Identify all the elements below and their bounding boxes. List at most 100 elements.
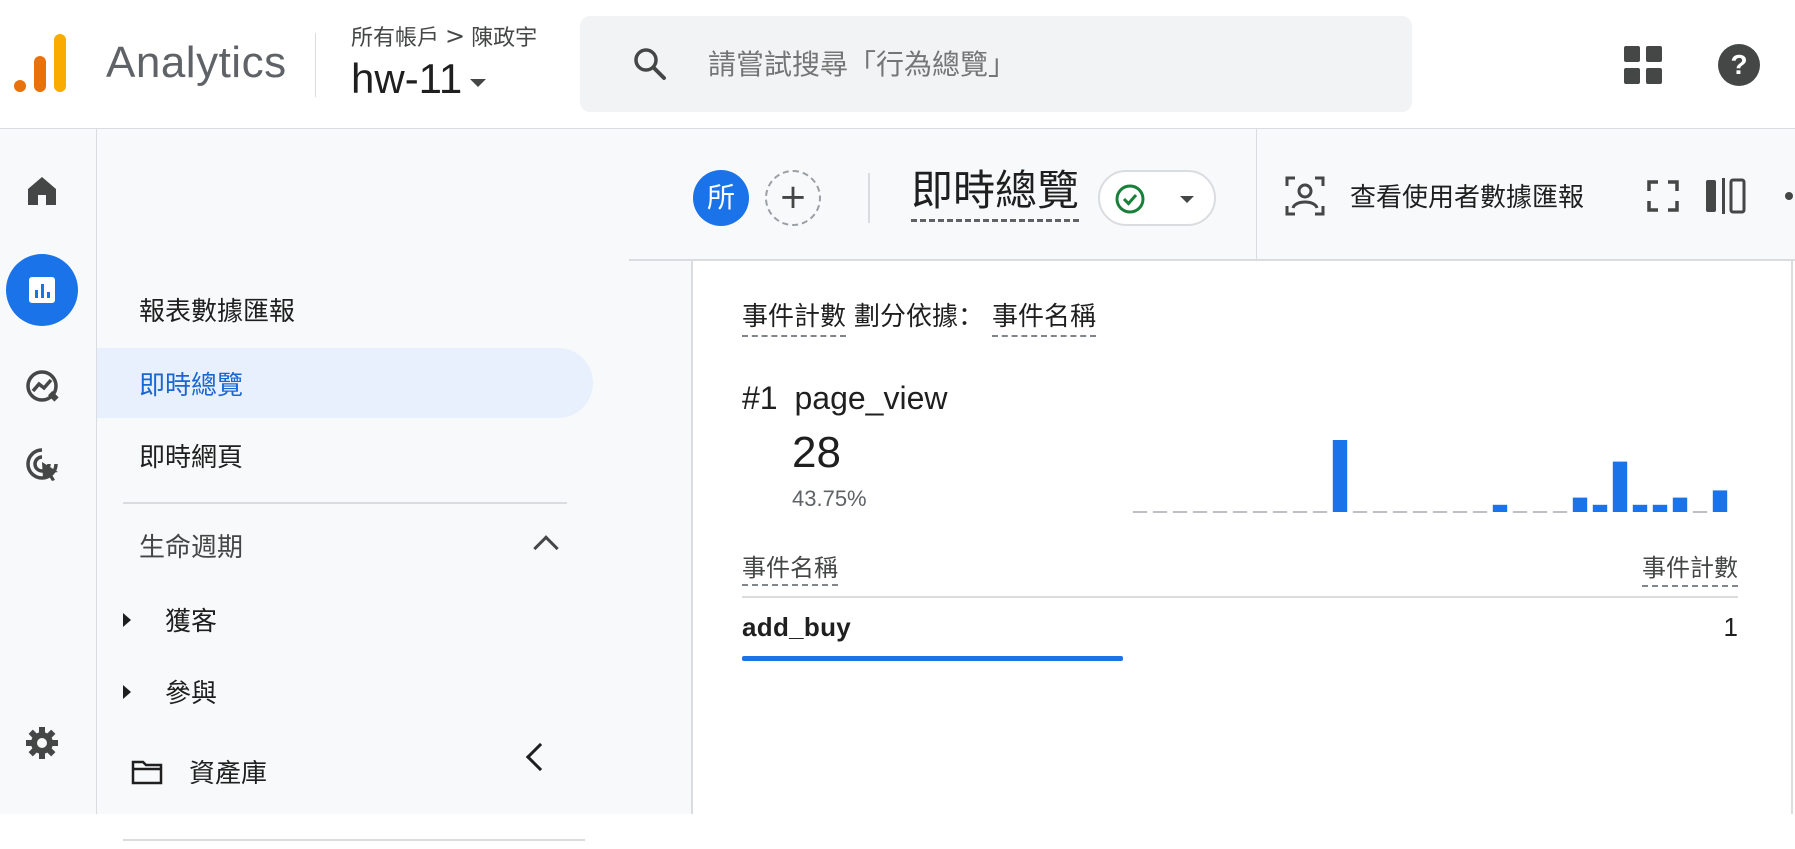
advertising-icon[interactable]: [6, 428, 78, 500]
chart-bar-empty[interactable]: [1232, 511, 1248, 513]
chart-bar-empty[interactable]: [1452, 511, 1468, 513]
toolbar-shadow: [629, 259, 1795, 261]
sidebar-item-label: 參與: [165, 679, 218, 709]
chart-bar[interactable]: [1492, 504, 1508, 512]
dimension-selector[interactable]: 事件名稱: [992, 296, 1097, 337]
toolbar-divider: [1256, 129, 1257, 259]
top-app-bar: Analytics 所有帳戶 > 陳政宇 hw-11 ?: [0, 0, 1795, 129]
rank-label: #1: [742, 380, 778, 416]
chart-bar[interactable]: [1592, 504, 1608, 512]
chart-bar[interactable]: [1332, 440, 1348, 512]
add-comparison-button[interactable]: +: [765, 170, 821, 226]
analytics-logo-icon[interactable]: [14, 34, 68, 92]
chart-bar-empty[interactable]: [1392, 511, 1408, 513]
lifecycle-section-title[interactable]: 生命週期: [139, 527, 243, 564]
chart-bar-empty[interactable]: [1172, 511, 1188, 513]
sidebar-item-label: 獲客: [165, 607, 218, 637]
nav-divider: [123, 502, 567, 504]
breadcrumb[interactable]: 所有帳戶 > 陳政宇: [351, 20, 537, 52]
data-quality-status[interactable]: [1098, 170, 1216, 226]
sidebar-item-realtime-pages[interactable]: 即時網頁: [97, 420, 243, 490]
explore-icon[interactable]: [6, 350, 78, 422]
property-selector[interactable]: hw-11: [351, 55, 487, 103]
sidebar-item-realtime-overview[interactable]: 即時總覽: [97, 348, 593, 418]
header-divider: [315, 33, 316, 97]
nav-rail: [0, 129, 97, 814]
app-name: Analytics: [106, 38, 287, 87]
sidebar-item-reports-snapshot[interactable]: 報表數據匯報: [97, 274, 295, 344]
sidebar-item-engagement[interactable]: 參與: [123, 673, 217, 710]
chart-bar-empty[interactable]: [1692, 511, 1708, 513]
card-header: 事件計數 劃分依據： 事件名稱: [742, 296, 1097, 337]
row-event-name: add_buy: [742, 612, 852, 642]
chart-bar-empty[interactable]: [1252, 511, 1268, 513]
nav-divider: [123, 839, 585, 841]
chart-bar[interactable]: [1712, 490, 1728, 512]
event-sparkline-chart: [1132, 440, 1728, 513]
chart-bar[interactable]: [1672, 497, 1688, 512]
chart-bar-empty[interactable]: [1212, 511, 1228, 513]
chart-bar-empty[interactable]: [1412, 511, 1428, 513]
top-event-name: page_view: [794, 380, 948, 416]
chart-bar-empty[interactable]: [1352, 511, 1368, 513]
compare-panel-icon[interactable]: [1704, 176, 1748, 216]
table-header: 事件名稱 事件計數: [742, 548, 1738, 587]
report-title[interactable]: 即時總覽: [911, 165, 1080, 222]
chart-bar-empty[interactable]: [1312, 511, 1328, 513]
sidebar-item-acquisition[interactable]: 獲客: [123, 601, 217, 638]
chart-bar-empty[interactable]: [1272, 511, 1288, 513]
caret-down-icon: [470, 79, 487, 87]
sidebar-nav: 報表數據匯報 即時總覽 即時網頁 生命週期 獲客 參與 資產庫: [97, 129, 691, 841]
user-snapshot-button[interactable]: 查看使用者數據匯報: [1350, 177, 1584, 214]
top-event-percent: 43.75%: [792, 486, 867, 511]
sidebar-item-library[interactable]: 資產庫: [131, 753, 267, 790]
column-header-event-name[interactable]: 事件名稱: [742, 554, 838, 586]
chart-bar-empty[interactable]: [1512, 511, 1528, 513]
collapse-sidebar-icon[interactable]: [525, 742, 555, 772]
chart-bar-empty[interactable]: [1192, 511, 1208, 513]
fullscreen-icon[interactable]: [1646, 179, 1680, 213]
apps-grid-icon[interactable]: [1624, 46, 1662, 84]
chart-bar-empty[interactable]: [1152, 511, 1168, 513]
split-label: 劃分依據：: [854, 302, 985, 332]
chevron-up-icon[interactable]: [533, 535, 559, 561]
chart-bar[interactable]: [1612, 461, 1628, 512]
breadcrumb-user[interactable]: 陳政宇: [471, 20, 537, 52]
reports-icon[interactable]: [6, 254, 78, 326]
settings-icon[interactable]: [6, 707, 78, 779]
sidebar-item-label: 資產庫: [189, 759, 268, 789]
chart-bar[interactable]: [1652, 504, 1668, 512]
chart-bar-empty[interactable]: [1292, 511, 1308, 513]
metric-selector[interactable]: 事件計數: [742, 296, 847, 337]
sidebar-item-label: 即時網頁: [139, 442, 244, 473]
help-icon[interactable]: ?: [1718, 44, 1760, 86]
search-bar[interactable]: [580, 16, 1412, 112]
segment-chip[interactable]: 所: [693, 170, 749, 226]
chart-bar[interactable]: [1572, 497, 1588, 512]
row-event-count: 1: [1723, 612, 1738, 642]
row-proportion-bar: [742, 656, 1124, 661]
top-event-value: 28: [792, 428, 841, 477]
breadcrumb-separator: >: [445, 22, 466, 50]
breadcrumb-account[interactable]: 所有帳戶: [351, 20, 439, 52]
chart-bar-empty[interactable]: [1532, 511, 1548, 513]
folder-icon: [131, 760, 163, 784]
chart-bar-empty[interactable]: [1552, 511, 1568, 513]
search-icon: [634, 48, 666, 80]
chart-bar-empty[interactable]: [1132, 511, 1148, 513]
chart-bar[interactable]: [1632, 504, 1648, 512]
share-icon[interactable]: [1773, 183, 1795, 209]
report-toolbar: 所 + 即時總覽 查看使用者數據匯報: [691, 129, 1795, 259]
card-border: [691, 259, 693, 814]
column-header-event-count[interactable]: 事件計數: [1642, 548, 1738, 587]
home-icon[interactable]: [6, 155, 78, 227]
top-event-title: #1 page_view: [742, 380, 947, 417]
expand-arrow-icon: [123, 612, 131, 627]
toolbar-divider: [868, 173, 870, 223]
chart-bar-empty[interactable]: [1472, 511, 1488, 513]
search-input[interactable]: [708, 40, 1388, 88]
caret-down-icon: [1180, 196, 1194, 203]
chart-bar-empty[interactable]: [1432, 511, 1448, 513]
chart-bar-empty[interactable]: [1372, 511, 1388, 513]
user-snapshot-icon[interactable]: [1284, 175, 1326, 217]
